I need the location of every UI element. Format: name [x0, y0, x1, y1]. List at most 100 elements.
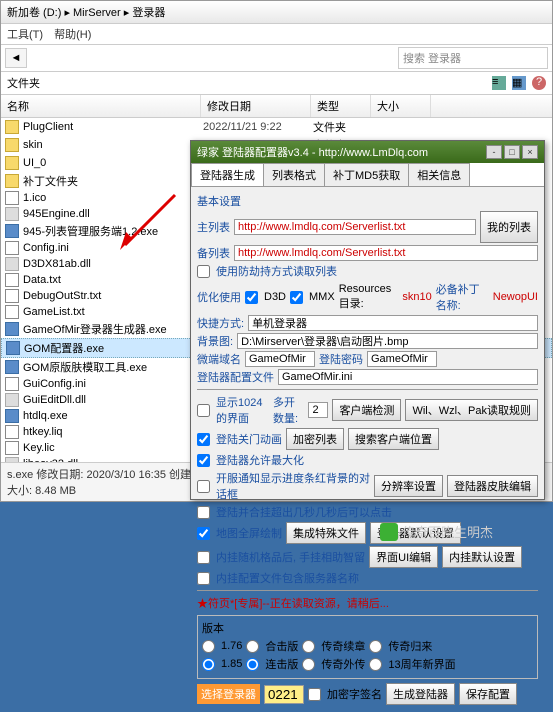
minimize-button[interactable]: -	[486, 145, 502, 159]
col-type[interactable]: 类型	[311, 95, 371, 117]
auto-close-checkbox[interactable]	[197, 506, 210, 519]
file-name: 1.ico	[23, 192, 203, 204]
maximize-button[interactable]: □	[504, 145, 520, 159]
add-list-button[interactable]: 加密列表	[286, 428, 344, 450]
vr4-radio[interactable]	[369, 658, 382, 671]
file-icon	[5, 273, 19, 287]
file-icon	[5, 409, 19, 423]
col-size[interactable]: 大小	[371, 95, 431, 117]
generate-button[interactable]: 生成登陆器	[386, 683, 455, 705]
close-button[interactable]: ×	[522, 145, 538, 159]
encrypt-checkbox[interactable]	[308, 688, 321, 701]
back-button[interactable]: ◄	[5, 48, 27, 68]
file-icon	[5, 241, 19, 255]
tab-info[interactable]: 相关信息	[408, 163, 470, 186]
dialog-titlebar: 绿家 登陆器配置器v3.4 - http://www.LmDlq.com - □…	[191, 141, 544, 163]
file-name: 补丁文件夹	[23, 173, 203, 189]
res-setting-button[interactable]: 分辨率设置	[374, 475, 443, 497]
v176-radio[interactable]	[202, 640, 215, 653]
vr3-radio[interactable]	[302, 658, 315, 671]
file-name: UI_0	[23, 157, 203, 169]
client-detect-button[interactable]: 客户端检测	[332, 399, 401, 421]
help-icon[interactable]: ?	[532, 76, 546, 90]
backup-list-input[interactable]	[234, 245, 538, 261]
save-button[interactable]: 保存配置	[459, 683, 517, 705]
file-row[interactable]: PlugClient2022/11/21 9:22文件夹	[1, 118, 552, 136]
vt1-radio[interactable]	[246, 640, 259, 653]
map-draw-checkbox[interactable]	[197, 527, 210, 540]
file-name: Config.ini	[23, 242, 203, 254]
skin-edit-button[interactable]: 登陆器皮肤编辑	[447, 475, 538, 497]
file-icon	[5, 393, 19, 407]
file-name: Key.lic	[23, 442, 203, 454]
fast-input[interactable]	[248, 315, 538, 331]
config-file-input[interactable]	[278, 369, 538, 385]
login-pwd-label: 登陆密码	[319, 351, 363, 367]
view-icon[interactable]: ≡	[492, 76, 506, 90]
wil-button[interactable]: Wil、Wzl、Pak读取规则	[405, 399, 538, 421]
select-input[interactable]	[264, 685, 304, 704]
bg-input[interactable]	[237, 333, 538, 349]
menu-help[interactable]: 帮助(H)	[54, 29, 91, 41]
file-name: 945-列表管理服务端1.2.exe	[23, 223, 203, 239]
file-name: 945Engine.dll	[23, 208, 203, 220]
search-input[interactable]: 搜索 登录器	[398, 47, 548, 69]
merge-effect-button[interactable]: 集成特殊文件	[286, 522, 366, 544]
vt2-radio[interactable]	[246, 658, 259, 671]
menu-tools[interactable]: 工具(T)	[7, 29, 43, 41]
file-name: PlugClient	[23, 121, 203, 133]
dialog-tabs: 登陆器生成 列表格式 补丁MD5获取 相关信息	[191, 163, 544, 187]
tab-md5[interactable]: 补丁MD5获取	[324, 163, 409, 186]
login-pwd-input[interactable]	[367, 351, 437, 367]
vr2-radio[interactable]	[369, 640, 382, 653]
explorer-title-text: 新加卷 (D:) ▸ MirServer ▸ 登录器	[7, 4, 165, 20]
file-name: skin	[23, 139, 203, 151]
plugin-file-checkbox[interactable]	[197, 572, 210, 585]
multi-input[interactable]	[308, 402, 328, 418]
backup-list-label: 备列表	[197, 245, 230, 261]
close-dlg-checkbox[interactable]	[197, 480, 210, 493]
d3d-checkbox[interactable]	[245, 291, 258, 304]
mmx-checkbox[interactable]	[290, 291, 303, 304]
plugin-set-button[interactable]: 内挂默认设置	[442, 546, 522, 568]
file-name: GameOfMir登录器生成器.exe	[23, 321, 203, 337]
allow-max-checkbox[interactable]	[197, 454, 210, 467]
my-list-button[interactable]: 我的列表	[480, 211, 538, 243]
star-label: ★符页*[专属]--正在读取资源，请稍后...	[197, 595, 538, 611]
file-name: GameList.txt	[23, 306, 203, 318]
dialog-title-text: 绿家 登陆器配置器v3.4 - http://www.LmDlq.com	[197, 144, 484, 160]
use-assist-checkbox[interactable]	[197, 265, 210, 278]
watermark-text: 传奇百晓生明杰	[402, 522, 493, 541]
file-icon	[5, 305, 19, 319]
main-list-input[interactable]	[234, 219, 476, 235]
wechat-icon	[380, 523, 398, 541]
version-group: 版本 1.76 合击版 传奇续章 传奇归来 1.85 连击版 传奇外传 13周年…	[197, 615, 538, 679]
tab-listformat[interactable]: 列表格式	[263, 163, 325, 186]
select-label: 选择登录器	[197, 684, 260, 704]
file-name: DebugOutStr.txt	[23, 290, 203, 302]
file-date: 2022/11/21 9:22	[203, 121, 313, 133]
micro-label: 微端域名	[197, 351, 241, 367]
file-name: D3DX81ab.dll	[23, 258, 203, 270]
show1024-checkbox[interactable]	[197, 404, 210, 417]
file-icon	[5, 441, 19, 455]
details-icon[interactable]: ▦	[512, 76, 526, 90]
v185-radio[interactable]	[202, 658, 215, 671]
tab-generate[interactable]: 登陆器生成	[191, 163, 264, 186]
vr1-radio[interactable]	[302, 640, 315, 653]
close-help-checkbox[interactable]	[197, 433, 210, 446]
ui-edit-button[interactable]: 界面UI编辑	[369, 546, 438, 568]
folder-label: 文件夹	[7, 75, 40, 91]
file-name: htkey.liq	[23, 426, 203, 438]
file-icon	[5, 120, 19, 134]
mem-mod-checkbox[interactable]	[197, 551, 210, 564]
fast-label: 快捷方式:	[197, 315, 244, 331]
file-icon	[5, 207, 19, 221]
col-name[interactable]: 名称	[1, 95, 201, 117]
file-name: GuiConfig.ini	[23, 378, 203, 390]
micro-input[interactable]	[245, 351, 315, 367]
file-name: GOM配置器.exe	[24, 340, 204, 356]
file-icon	[5, 257, 19, 271]
search-client-button[interactable]: 搜索客户端位置	[348, 428, 439, 450]
col-date[interactable]: 修改日期	[201, 95, 311, 117]
